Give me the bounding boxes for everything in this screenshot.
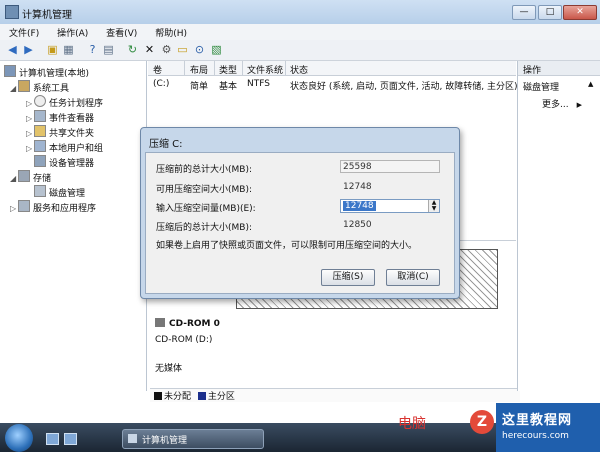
export-icon[interactable]: ▧ (210, 43, 223, 56)
up-folder-icon[interactable]: ▣ (46, 43, 59, 56)
minimize-button[interactable]: — (512, 5, 536, 20)
watermark-badge: 这里教程网 herecours.com (496, 403, 600, 452)
open-folder-icon[interactable]: ▭ (176, 43, 189, 56)
clock-icon (34, 95, 46, 107)
window-title: 计算机管理 (22, 10, 72, 21)
device-manager-icon (34, 155, 46, 167)
shrink-amount-input[interactable]: 12748 ▲ ▼ (340, 199, 440, 213)
taskbar-item-computer-management[interactable]: 计算机管理 (122, 429, 264, 449)
computer-icon (4, 65, 16, 77)
watermark-site-url: herecours.com (502, 431, 569, 441)
cell-volume: (C:) (153, 79, 170, 89)
menu-help[interactable]: 帮助(H) (146, 24, 193, 39)
actions-more[interactable]: 更多... ▶ (542, 97, 582, 110)
tree-task-scheduler[interactable]: ▷ 任务计划程序 (26, 95, 103, 109)
total-before-label: 压缩前的总计大小(MB): (156, 165, 252, 175)
disk-legend: 未分配 主分区 (150, 388, 520, 402)
tree-device-manager[interactable]: 设备管理器 (26, 155, 94, 169)
settings-icon[interactable]: ⚙ (160, 43, 173, 56)
menu-action[interactable]: 操作(A) (48, 24, 94, 39)
title-bar: 计算机管理 — □ ✕ (0, 0, 600, 25)
watermark-site-name: 这里教程网 (502, 413, 573, 428)
cell-filesystem: NTFS (247, 79, 270, 89)
event-viewer-icon (34, 110, 46, 122)
close-button[interactable]: ✕ (563, 5, 597, 20)
table-row[interactable]: (C:) 简单 基本 NTFS 状态良好 (系统, 启动, 页面文件, 活动, … (148, 78, 518, 92)
col-type[interactable]: 类型 (219, 63, 237, 76)
back-arrow-icon[interactable]: ◀ (6, 43, 19, 56)
computer-management-icon (5, 5, 19, 19)
cell-status: 状态良好 (系统, 启动, 页面文件, 活动, 故障转储, 主分区) (290, 82, 518, 92)
total-before-value: 25598 (340, 160, 440, 173)
available-label: 可用压缩空间大小(MB): (156, 185, 252, 195)
total-after-value: 12850 (340, 218, 440, 231)
switch-windows-icon[interactable] (64, 433, 77, 445)
collapse-arrow-icon: ▲ (588, 80, 594, 88)
menu-bar: 文件(F) 操作(A) 查看(V) 帮助(H) (0, 24, 600, 41)
actions-header: 操作 (518, 61, 600, 76)
cdrom-media: 无媒体 (155, 364, 183, 374)
input-label: 输入压缩空间量(MB)(E): (156, 204, 256, 214)
col-filesystem[interactable]: 文件系统 (247, 63, 283, 76)
cdrom-icon (155, 318, 165, 327)
cancel-button[interactable]: 取消(C) (386, 269, 440, 286)
tree-root[interactable]: 计算机管理(本地) (4, 65, 89, 79)
tree-system-tools[interactable]: ◢ 系统工具 (10, 80, 69, 94)
disk-icon (34, 185, 46, 197)
users-icon (34, 140, 46, 152)
tree-local-users[interactable]: ▷ 本地用户和组 (26, 140, 103, 154)
tree-event-viewer[interactable]: ▷ 事件查看器 (26, 110, 94, 124)
cdrom-drive: CD-ROM (D:) (155, 335, 213, 345)
help-icon[interactable]: ? (86, 43, 99, 56)
dialog-body: 压缩前的总计大小(MB): 25598 可用压缩空间大小(MB): 12748 … (145, 152, 455, 294)
shrink-button[interactable]: 压缩(S) (321, 269, 375, 286)
tree-shared-folders[interactable]: ▷ 共享文件夹 (26, 125, 94, 139)
navigation-tree: 计算机管理(本地) ◢ 系统工具 ▷ 任务计划程序 ▷ 事件查看器 ▷ 共享文件夹 ▷ 本… (0, 61, 147, 391)
legend-primary: 主分区 (207, 392, 235, 402)
more-arrow-icon: ▶ (576, 101, 582, 109)
menu-file[interactable]: 文件(F) (0, 24, 45, 39)
spinner-icon[interactable]: ▲ ▼ (428, 200, 439, 212)
tree-disk-management[interactable]: 磁盘管理 (26, 185, 85, 199)
toolbar: ◀ ▶ ▣ ▦ ? ▤ ↻ ✕ ⚙ ▭ ⊙ ▧ (0, 40, 600, 61)
cdrom-info: CD-ROM 0 CD-ROM (D:) 无媒体 (155, 318, 235, 374)
show-hide-tree-icon[interactable]: ▦ (62, 43, 75, 56)
tree-services[interactable]: ▷ 服务和应用程序 (10, 200, 96, 214)
col-volume[interactable]: 卷 (153, 63, 162, 76)
maximize-button[interactable]: □ (538, 5, 562, 20)
search-icon[interactable]: ⊙ (193, 43, 206, 56)
shared-folder-icon (34, 125, 46, 137)
total-after-label: 压缩后的总计大小(MB): (156, 223, 252, 233)
watermark-text: 电脑 (398, 416, 426, 432)
watermark-logo: Z (470, 410, 494, 434)
shrink-amount-value: 12748 (343, 201, 376, 211)
col-status[interactable]: 状态 (290, 63, 308, 76)
start-button[interactable] (5, 424, 33, 452)
refresh-icon[interactable]: ↻ (126, 43, 139, 56)
volume-table-header: 卷 布局 类型 文件系统 状态 (148, 61, 516, 76)
col-layout[interactable]: 布局 (190, 63, 208, 76)
show-desktop-icon[interactable] (46, 433, 59, 445)
cell-type: 基本 (219, 82, 238, 92)
properties-icon[interactable]: ▤ (102, 43, 115, 56)
tools-icon (18, 80, 30, 92)
shrink-dialog: 压缩 C: 压缩前的总计大小(MB): 25598 可用压缩空间大小(MB): … (140, 127, 460, 299)
unallocated-swatch (154, 392, 162, 400)
cell-layout: 简单 (190, 82, 209, 92)
tree-storage[interactable]: ◢ 存储 (10, 170, 51, 184)
cdrom-name: CD-ROM 0 (155, 318, 235, 329)
storage-icon (18, 170, 30, 182)
primary-swatch (197, 392, 206, 400)
actions-section[interactable]: 磁盘管理 ▲ (518, 77, 600, 93)
forward-arrow-icon[interactable]: ▶ (22, 43, 35, 56)
computer-management-icon (128, 434, 137, 443)
delete-icon[interactable]: ✕ (143, 43, 156, 56)
services-icon (18, 200, 30, 212)
menu-view[interactable]: 查看(V) (97, 24, 143, 39)
actions-pane: 操作 磁盘管理 ▲ 更多... ▶ (517, 61, 600, 391)
available-value: 12748 (340, 180, 440, 193)
legend-unallocated: 未分配 (164, 392, 192, 402)
dialog-note: 如果卷上启用了快照或页面文件，可以限制可用压缩空间的大小。 (156, 241, 418, 251)
dialog-title: 压缩 C: (149, 139, 183, 150)
